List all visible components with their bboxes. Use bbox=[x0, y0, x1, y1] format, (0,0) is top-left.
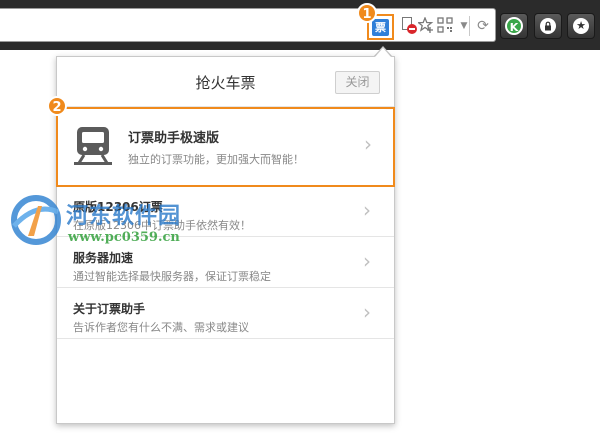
watermark-logo-icon bbox=[11, 195, 61, 245]
menu-item-desc: 告诉作者您有什么不满、需求或建议 bbox=[73, 321, 249, 334]
favorites-button[interactable]: ★ bbox=[567, 13, 595, 39]
star-icon: ★ bbox=[573, 18, 589, 34]
popup-arrow-inner bbox=[375, 48, 391, 57]
lock-extension-button[interactable] bbox=[534, 13, 562, 39]
close-button[interactable]: 关闭 bbox=[335, 71, 380, 94]
menu-item-server-acceleration[interactable]: 服务器加速 通过智能选择最快服务器，保证订票稳定 › bbox=[57, 238, 394, 288]
train-icon bbox=[74, 127, 112, 165]
chevron-down-icon[interactable]: ▼ bbox=[455, 17, 473, 35]
chevron-right-icon: › bbox=[363, 198, 371, 222]
step-badge-2: 2 bbox=[47, 96, 67, 116]
menu-item-label: 订票助手极速版 bbox=[128, 131, 220, 146]
k-icon: K bbox=[505, 17, 523, 35]
reload-icon[interactable]: ⟳ bbox=[474, 17, 492, 35]
menu-item-label: 服务器加速 bbox=[73, 251, 134, 265]
blocked-popup-icon[interactable] bbox=[400, 17, 418, 35]
step-badge-1: 1 bbox=[357, 3, 377, 23]
bookmark-star-icon[interactable] bbox=[416, 16, 435, 35]
ticket-icon: 票 bbox=[372, 18, 389, 36]
screen: 票 ▼ ⟳ K ★ 1 抢火车票 关闭 订票助手极速版 独立的订票功能，更加强大… bbox=[0, 0, 600, 447]
menu-item-about[interactable]: 关于订票助手 告诉作者您有什么不满、需求或建议 › bbox=[57, 289, 394, 339]
chevron-right-icon: › bbox=[363, 249, 371, 273]
menu-item-fast-version[interactable]: 订票助手极速版 独立的订票功能，更加强大而智能！ › bbox=[56, 107, 395, 187]
qr-code-icon[interactable] bbox=[436, 17, 454, 35]
menu-item-desc: 独立的订票功能，更加强大而智能！ bbox=[128, 153, 304, 166]
chevron-right-icon: › bbox=[364, 132, 372, 156]
watermark-site-name: 河东软件园 bbox=[66, 204, 182, 229]
popup-header: 抢火车票 关闭 bbox=[57, 57, 394, 107]
chevron-right-icon: › bbox=[363, 300, 371, 324]
toolbar-divider bbox=[469, 16, 470, 36]
menu-item-desc: 通过智能选择最快服务器，保证订票稳定 bbox=[73, 270, 271, 283]
watermark-url: www.pc0359.cn bbox=[68, 230, 180, 245]
lock-icon bbox=[540, 18, 556, 34]
browser-toolbar: 票 ▼ ⟳ K ★ bbox=[0, 0, 600, 50]
menu-item-label: 关于订票助手 bbox=[73, 302, 146, 316]
k-extension-button[interactable]: K bbox=[500, 13, 528, 39]
